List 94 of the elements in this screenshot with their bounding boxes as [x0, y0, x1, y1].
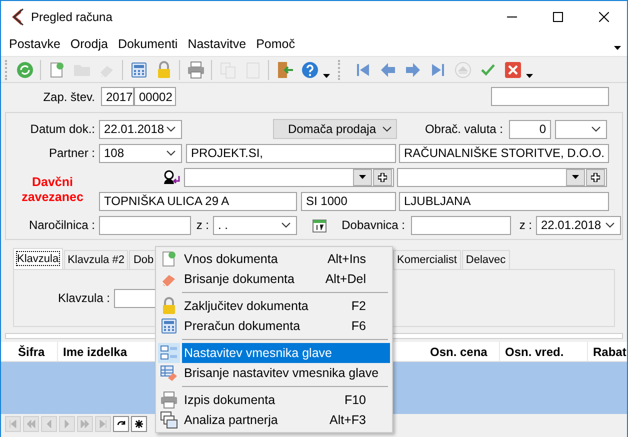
chevron-down-icon	[166, 150, 176, 156]
exit-door-icon	[276, 60, 294, 78]
delivery-field[interactable]	[411, 216, 511, 234]
column-header[interactable]: Osn. cena	[425, 342, 500, 361]
dropdown-arrow-icon	[572, 175, 579, 179]
chevron-down-icon	[281, 222, 291, 228]
printer-icon	[160, 391, 178, 409]
field-label: Dobavnica :	[340, 218, 406, 232]
arrow-left-icon	[378, 60, 396, 78]
menu-item[interactable]: Orodja	[65, 37, 113, 51]
plus-icon	[591, 172, 600, 182]
city-field[interactable]: LJUBLJANA	[399, 192, 609, 210]
menu-item[interactable]: Brisanje dokumenta Alt+Del	[182, 269, 390, 289]
post-field[interactable]: SI 1000	[301, 192, 396, 210]
add-button[interactable]	[373, 168, 392, 186]
menu-item[interactable]: Dokumenti	[112, 37, 183, 51]
menu-item[interactable]: Nastavitev vmesnika glave	[182, 343, 390, 363]
field-label: z :	[518, 218, 533, 232]
tab[interactable]: Klavzula #2	[64, 250, 128, 269]
delivery-date-dropdown[interactable]: 22.01.2018	[536, 216, 621, 234]
navigation-arrow-icon	[26, 419, 36, 429]
field-label: Naročilnica :	[28, 218, 96, 232]
window-title: Pregled računa	[31, 10, 114, 24]
field-label: Obrač. valuta :	[424, 122, 504, 136]
menu-item[interactable]: Vnos dokumenta Alt+Ins	[182, 249, 390, 269]
cancel-icon	[504, 60, 522, 78]
field-label: Zap. štev.	[42, 90, 96, 104]
order-field[interactable]	[99, 216, 191, 234]
date-dropdown[interactable]: 22.01.2018	[99, 120, 182, 138]
eject-icon	[454, 60, 472, 78]
navigation-arrow-icon	[134, 419, 144, 429]
field-label: Datum dok.:	[29, 122, 96, 136]
menu-item[interactable]: Izpis dokumenta F10	[182, 390, 390, 410]
menu-item[interactable]: Pomoč	[251, 37, 300, 51]
order-date-dropdown[interactable]: . .	[213, 216, 297, 234]
windows-icon	[160, 411, 178, 429]
year-field: 2017	[101, 87, 134, 106]
new-document-icon	[160, 250, 178, 268]
layout-eraser-icon	[160, 364, 178, 382]
dropdown-arrow-icon[interactable]	[323, 74, 330, 78]
menu-item[interactable]: Zaključitev dokumenta F2	[182, 296, 390, 316]
tax-status-label: Davčni zavezanec	[20, 175, 84, 205]
field-label: z :	[195, 218, 210, 232]
navigation-arrow-icon	[80, 419, 90, 429]
street-field[interactable]: TOPNIŠKA ULICA 29 A	[99, 192, 297, 210]
navigation-button[interactable]	[131, 416, 147, 432]
field-label: Partner :	[48, 146, 96, 160]
column-header[interactable]: Osn. vred.	[500, 342, 588, 361]
partner-code-dropdown[interactable]: 108	[99, 144, 182, 162]
help-icon	[300, 60, 318, 78]
calendar-icon[interactable]	[312, 218, 327, 232]
menu-item[interactable]: Postavke	[4, 37, 66, 51]
navigation-button[interactable]	[113, 416, 129, 432]
dropdown-arrow-icon	[359, 175, 366, 179]
calculator-icon	[130, 60, 148, 78]
chevron-down-icon	[382, 126, 392, 132]
dropdown-button[interactable]	[566, 168, 585, 186]
menu-item[interactable]: Analiza partnerja Alt+F3	[182, 410, 390, 430]
add-button[interactable]	[586, 168, 605, 186]
sale-type-dropdown[interactable]: Domača prodaja	[273, 119, 397, 139]
column-header[interactable]: Šifra	[13, 342, 58, 361]
menu-overflow-icon[interactable]	[614, 46, 621, 50]
printer-icon	[186, 60, 204, 78]
tab[interactable]: Delavec	[462, 250, 510, 269]
chevron-down-icon	[591, 126, 601, 132]
layout-icon	[160, 344, 178, 362]
chevron-down-icon	[166, 126, 176, 132]
field-label: Klavzula :	[56, 291, 111, 305]
tab[interactable]: Klavzula	[13, 248, 63, 269]
navigation-arrow-icon	[98, 419, 108, 429]
column-header[interactable]: Rabat	[588, 342, 627, 361]
new-document-icon	[48, 60, 66, 78]
menu-item[interactable]: Nastavitve	[182, 37, 252, 51]
contact-person-icon[interactable]	[163, 170, 181, 184]
close-icon	[599, 12, 609, 22]
navigation-arrow-icon	[8, 419, 18, 429]
maximize-icon	[553, 12, 563, 22]
dropdown-arrow-icon[interactable]	[526, 74, 533, 78]
partner-name-field[interactable]: PROJEKT.SI,	[186, 144, 396, 162]
menu-item[interactable]: Preračun dokumenta F6	[182, 316, 390, 336]
dropdown-button[interactable]	[353, 168, 372, 186]
currency-field[interactable]: 0	[509, 120, 551, 138]
partner-name-field[interactable]: RAČUNALNIŠKE STORITVE, D.O.O.	[399, 144, 609, 162]
number-field: 00002	[134, 87, 176, 106]
currency-dropdown[interactable]	[555, 120, 607, 138]
tab[interactable]: Komercialist	[393, 250, 461, 269]
lock-icon	[160, 297, 178, 315]
input-field[interactable]	[491, 87, 609, 106]
chevron-down-icon	[605, 222, 615, 228]
plus-icon	[378, 172, 387, 182]
arrow-right-icon	[404, 60, 422, 78]
calculator-icon	[160, 317, 178, 335]
refresh-icon	[16, 60, 34, 78]
menu-item[interactable]: Brisanje nastavitev vmesnika glave	[182, 363, 403, 383]
